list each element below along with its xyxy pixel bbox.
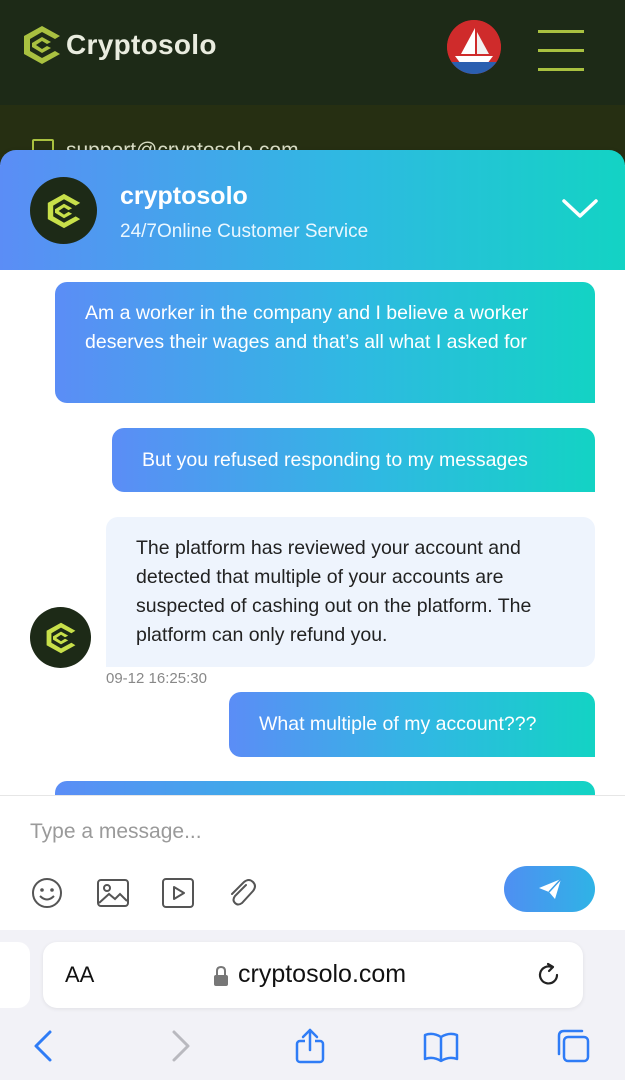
lock-icon: [214, 965, 228, 986]
message-text: The platform has reviewed your account a…: [136, 537, 532, 646]
attachment-icon[interactable]: [224, 876, 258, 910]
emoji-icon[interactable]: [30, 876, 64, 910]
image-icon[interactable]: [96, 876, 130, 910]
agent-avatar: [30, 607, 91, 668]
message-text: What multiple of my account???: [259, 713, 537, 735]
message-bubble-outgoing: But you refused responding to my message…: [112, 428, 595, 492]
message-list[interactable]: Am a worker in the company and I believe…: [0, 270, 625, 795]
logo-text: Cryptosolo: [66, 29, 217, 60]
message-text: But you refused responding to my message…: [142, 449, 528, 471]
site-logo[interactable]: Cryptosolo: [22, 24, 217, 66]
message-composer: [0, 795, 625, 930]
back-icon[interactable]: [26, 1028, 62, 1064]
previous-tab-preview[interactable]: [0, 942, 30, 1008]
chat-header[interactable]: cryptosolo 24/7Online Customer Service: [0, 150, 625, 270]
address-bar[interactable]: AA cryptosolo.com: [43, 942, 583, 1008]
cryptosolo-logo-icon: [24, 26, 60, 64]
message-input[interactable]: [30, 816, 590, 848]
agent-name: cryptosolo: [120, 182, 248, 210]
cryptosolo-logo-icon: [47, 193, 80, 228]
url-text[interactable]: cryptosolo.com: [238, 960, 406, 989]
share-icon[interactable]: [292, 1028, 328, 1064]
tabs-icon[interactable]: [555, 1028, 591, 1064]
reload-icon[interactable]: [536, 962, 562, 988]
site-header: Cryptosolo: [0, 0, 625, 105]
message-bubble-outgoing: Am a worker in the company and I believe…: [55, 282, 595, 403]
agent-subtitle: 24/7Online Customer Service: [120, 221, 369, 242]
language-flag-icon[interactable]: [447, 20, 501, 74]
cryptosolo-logo-icon: [46, 622, 75, 653]
bookmarks-icon[interactable]: [423, 1028, 459, 1064]
message-timestamp: 09-12 16:25:30: [106, 670, 207, 687]
agent-avatar: [30, 177, 97, 244]
message-bubble-incoming: The platform has reviewed your account a…: [106, 517, 595, 667]
send-icon: [538, 878, 562, 899]
message-bubble-outgoing: What multiple of my account???: [229, 692, 595, 757]
message-bubble-outgoing-partial: [55, 781, 595, 795]
forward-icon[interactable]: [162, 1028, 198, 1064]
message-text: Am a worker in the company and I believe…: [85, 302, 529, 353]
video-icon[interactable]: [161, 876, 195, 910]
chevron-down-icon[interactable]: [561, 193, 599, 223]
send-button[interactable]: [504, 866, 595, 912]
browser-toolbar: AA cryptosolo.com: [0, 930, 625, 1080]
reader-settings-button[interactable]: AA: [65, 962, 94, 988]
menu-icon[interactable]: [538, 30, 584, 72]
